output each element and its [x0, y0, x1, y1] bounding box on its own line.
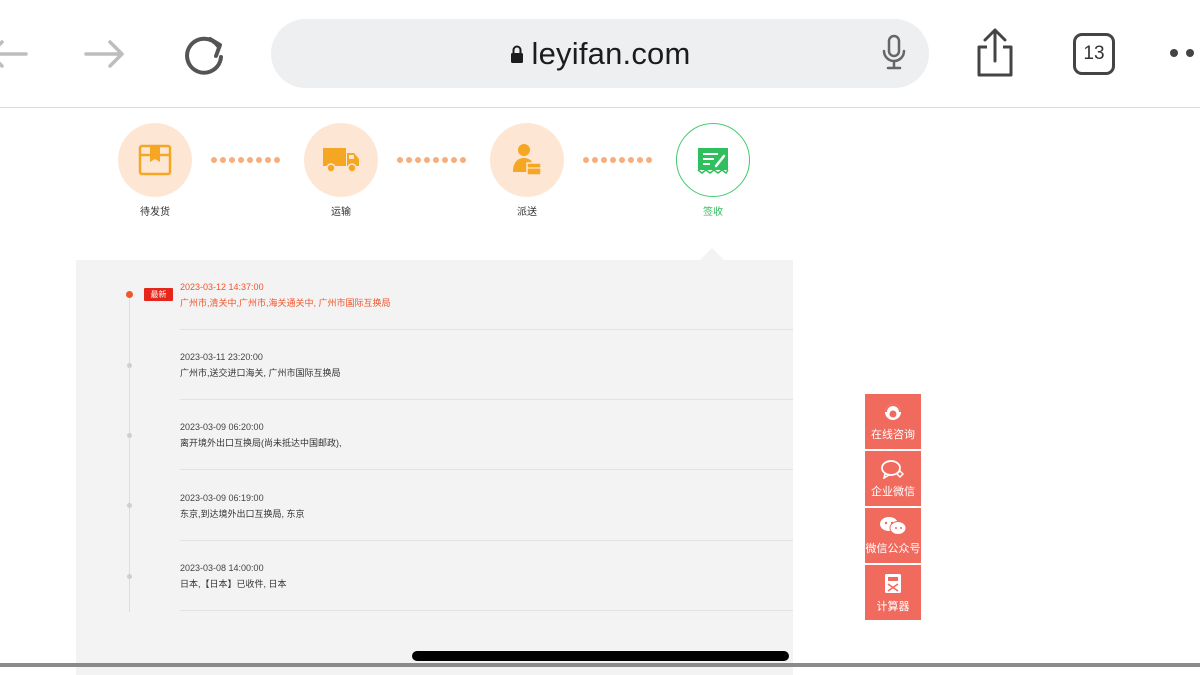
step-circle-active	[676, 123, 750, 197]
tabs-button[interactable]: 13	[1073, 33, 1115, 75]
event-time: 2023-03-09 06:20:00	[180, 422, 264, 432]
step-label: 签收	[703, 207, 723, 218]
event-description: 日本,【日本】已收件, 日本	[180, 579, 287, 589]
wechat-official-button[interactable]: 微信公众号	[865, 508, 921, 563]
side-button-label: 企业微信	[871, 486, 915, 498]
event-description: 广州市,清关中,广州市,海关通关中, 广州市国际互换局	[180, 298, 391, 308]
tracking-event: 2023-03-09 06:19:00 东京,到达境外出口互换局, 东京	[180, 471, 793, 541]
timeline-line	[129, 294, 130, 612]
url-text: leyifan.com	[531, 35, 691, 71]
step-in-transit: 运输	[304, 123, 378, 218]
timeline-dot-latest	[126, 291, 133, 298]
event-time: 2023-03-09 06:19:00	[180, 493, 264, 503]
event-description: 东京,到达境外出口互换局, 东京	[180, 509, 305, 519]
event-time: 2023-03-11 23:20:00	[180, 352, 263, 362]
tracking-event: 2023-03-08 14:00:00 日本,【日本】已收件, 日本	[180, 541, 793, 611]
more-dots-icon	[1170, 49, 1194, 57]
forward-button[interactable]	[82, 34, 128, 74]
truck-icon	[323, 148, 359, 173]
step-label: 运输	[331, 207, 351, 218]
lock-icon	[510, 45, 523, 63]
tracking-event: 2023-03-09 06:20:00 离开境外出口互换局(尚未抵达中国邮政),	[180, 400, 793, 470]
microphone-icon	[882, 34, 906, 70]
latest-badge: 最新	[144, 288, 173, 301]
chat-bubble-icon	[881, 460, 904, 479]
back-button[interactable]	[0, 34, 30, 74]
timeline-dot	[127, 363, 132, 368]
side-button-label: 微信公众号	[865, 543, 921, 555]
tracking-event: 2023-03-11 23:20:00 广州市,送交进口海关, 广州市国际互换局	[180, 330, 793, 400]
enterprise-wechat-button[interactable]: 企业微信	[865, 451, 921, 506]
reload-button[interactable]	[180, 29, 230, 79]
browser-toolbar: leyifan.com 13	[0, 0, 1200, 108]
step-label: 派送	[517, 207, 537, 218]
step-connector	[583, 157, 652, 165]
step-connector	[211, 157, 280, 165]
bottom-bar	[0, 663, 1200, 667]
event-description: 广州市,送交进口海关, 广州市国际互换局	[180, 368, 341, 378]
support-agent-icon	[885, 404, 901, 420]
timeline-dot	[127, 503, 132, 508]
arrow-right-icon	[84, 40, 124, 68]
microphone-button[interactable]	[881, 34, 907, 77]
step-circle	[490, 123, 564, 197]
step-circle	[118, 123, 192, 197]
event-time: 2023-03-08 14:00:00	[180, 563, 264, 573]
receipt-icon	[697, 148, 729, 174]
calculator-icon	[885, 574, 901, 593]
tracking-event: 2023-03-12 14:37:00 广州市,清关中,广州市,海关通关中, 广…	[180, 260, 793, 330]
calculator-button[interactable]: 计算器	[865, 565, 921, 620]
side-button-label: 在线咨询	[871, 429, 915, 441]
reload-icon	[185, 36, 223, 75]
share-icon	[977, 28, 1013, 77]
more-button[interactable]	[1168, 46, 1200, 65]
arrow-left-icon	[0, 40, 28, 68]
step-circle	[304, 123, 378, 197]
step-pending-shipment: 待发货	[118, 123, 192, 218]
online-consult-button[interactable]: 在线咨询	[865, 394, 921, 449]
wechat-icon	[880, 517, 907, 535]
side-button-label: 计算器	[876, 601, 910, 613]
panel-pointer	[700, 248, 724, 260]
url-display[interactable]: leyifan.com	[271, 19, 929, 88]
address-bar[interactable]: leyifan.com	[271, 19, 929, 88]
event-description: 离开境外出口互换局(尚未抵达中国邮政),	[180, 438, 342, 448]
step-signed: 签收	[676, 123, 750, 218]
step-label: 待发货	[140, 207, 170, 218]
share-button[interactable]	[972, 27, 1018, 79]
timeline-dot	[127, 574, 132, 579]
courier-icon	[513, 144, 542, 176]
event-time: 2023-03-12 14:37:00	[180, 282, 264, 292]
step-connector	[397, 157, 466, 165]
home-indicator[interactable]	[412, 651, 789, 661]
timeline-dot	[127, 433, 132, 438]
step-delivering: 派送	[490, 123, 564, 218]
package-icon	[138, 144, 172, 176]
